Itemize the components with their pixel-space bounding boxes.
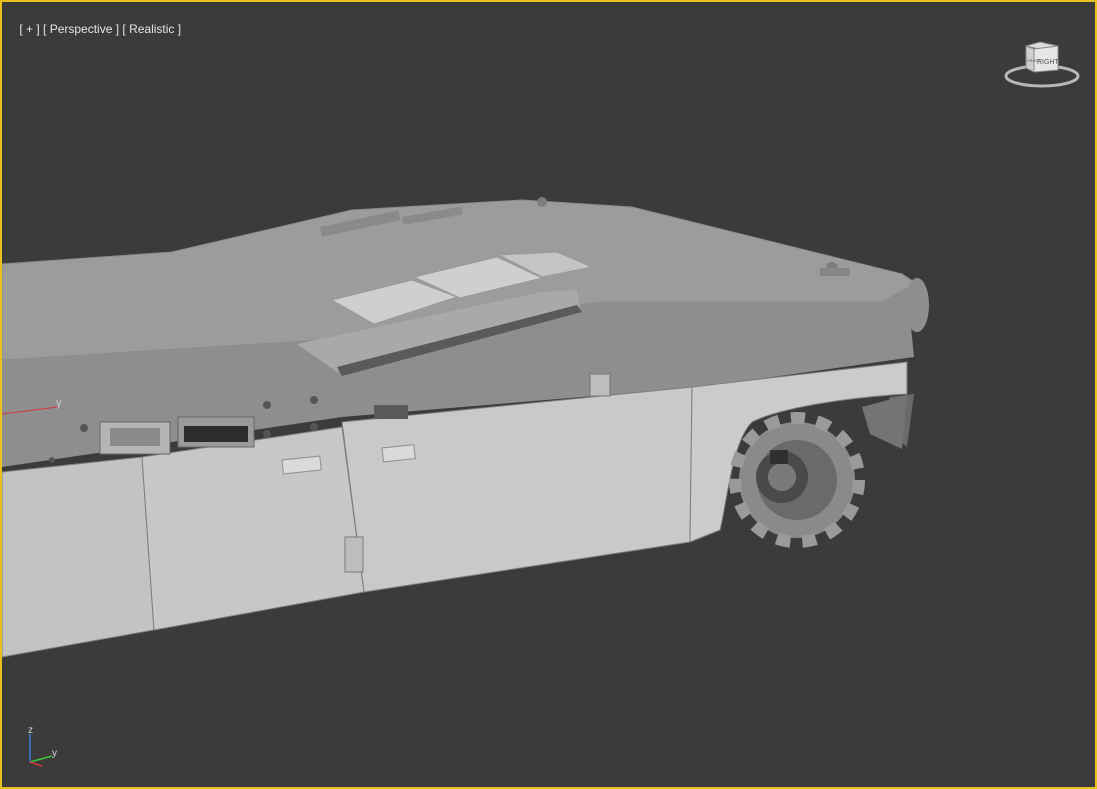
viewcube-front-label: FRONT — [1027, 58, 1041, 63]
side-box — [374, 405, 408, 419]
side-bolt — [263, 430, 271, 438]
side-clamp — [589, 373, 611, 397]
side-latch-detail — [110, 428, 160, 446]
skirt-hinge — [344, 536, 364, 573]
fender-front — [862, 395, 907, 449]
side-skirt-1 — [2, 456, 155, 658]
axis-triad: z y — [22, 722, 72, 772]
model-render: y — [2, 197, 929, 658]
side-vent-slot — [184, 426, 248, 442]
triad-z-label: z — [28, 725, 33, 736]
triad-x-axis — [29, 761, 43, 767]
viewcube[interactable]: RIGHT FRONT — [1002, 38, 1082, 94]
grid-axis-y-label: y — [56, 397, 62, 409]
side-bolt — [310, 396, 318, 404]
side-bolt — [80, 424, 88, 432]
triad-y-label: y — [52, 748, 57, 759]
side-skirt-2 — [141, 426, 365, 631]
deck-bolt — [537, 197, 547, 207]
triad-y-axis — [29, 755, 53, 763]
drive-sprocket — [729, 412, 865, 548]
hull-front-cap — [905, 278, 929, 332]
side-bolt — [310, 423, 318, 431]
side-bolt — [49, 457, 55, 463]
side-bolt — [263, 401, 271, 409]
viewport-perspective[interactable]: [ + ] [ Perspective ] [ Realistic ] y RI… — [0, 0, 1097, 789]
deck-bracket — [820, 268, 850, 276]
skirt-handle — [381, 444, 416, 463]
